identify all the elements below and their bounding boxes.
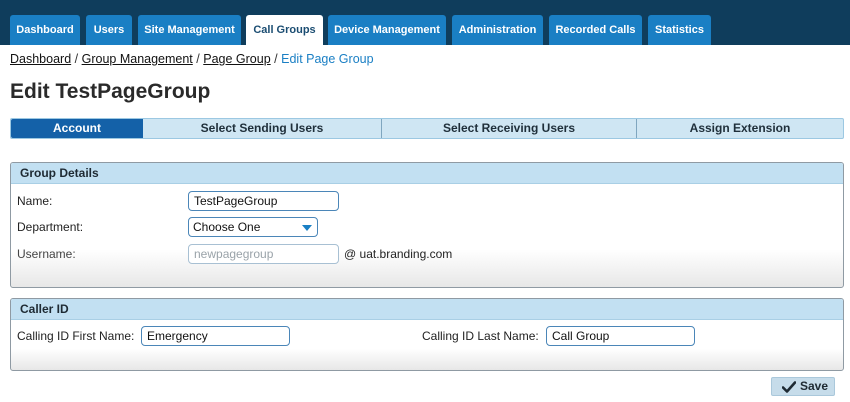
save-button[interactable]: Save: [771, 377, 835, 396]
wizard-steps: Account Select Sending Users Select Rece…: [10, 118, 844, 139]
nav-tab-users[interactable]: Users: [86, 15, 132, 45]
nav-tab-dashboard[interactable]: Dashboard: [10, 15, 80, 45]
department-select-value: Choose One: [193, 220, 261, 234]
last-name-input[interactable]: Call Group: [546, 326, 695, 346]
username-input[interactable]: newpagegroup: [188, 244, 339, 264]
group-details-heading: Group Details: [11, 163, 843, 184]
breadcrumb-link-page-group[interactable]: Page Group: [203, 52, 270, 66]
name-label: Name:: [17, 194, 53, 208]
step-assign-extension[interactable]: Assign Extension: [637, 119, 843, 138]
first-name-label: Calling ID First Name:: [17, 329, 135, 343]
name-input[interactable]: TestPageGroup: [188, 191, 339, 211]
username-domain: @ uat.branding.com: [344, 247, 453, 261]
step-select-sending-users[interactable]: Select Sending Users: [143, 119, 381, 138]
nav-tab-call-groups[interactable]: Call Groups: [246, 15, 323, 45]
nav-tab-site-management[interactable]: Site Management: [138, 15, 241, 45]
caller-id-panel: Caller ID Calling ID First Name: Emergen…: [10, 298, 844, 371]
chevron-down-icon: [302, 225, 312, 231]
username-label: Username:: [17, 247, 76, 261]
breadcrumb: Dashboard / Group Management / Page Grou…: [10, 52, 374, 66]
breadcrumb-link-dashboard[interactable]: Dashboard: [10, 52, 71, 66]
nav-tab-statistics[interactable]: Statistics: [648, 15, 711, 45]
checkmark-icon: [782, 381, 796, 393]
nav-tab-recorded-calls[interactable]: Recorded Calls: [549, 15, 642, 45]
breadcrumb-link-group-management[interactable]: Group Management: [82, 52, 193, 66]
first-name-input[interactable]: Emergency: [141, 326, 290, 346]
step-account[interactable]: Account: [11, 119, 143, 138]
top-nav-bar: Dashboard Users Site Management Call Gro…: [0, 0, 850, 45]
caller-id-heading: Caller ID: [11, 299, 843, 320]
breadcrumb-separator: /: [74, 52, 79, 66]
department-select[interactable]: Choose One: [188, 217, 318, 237]
save-button-label: Save: [800, 379, 829, 393]
step-select-receiving-users[interactable]: Select Receiving Users: [382, 119, 636, 138]
page-title: Edit TestPageGroup: [10, 80, 211, 103]
nav-tab-administration[interactable]: Administration: [452, 15, 543, 45]
breadcrumb-current: Edit Page Group: [281, 52, 374, 66]
department-label: Department:: [17, 220, 84, 234]
group-details-panel: Group Details Name: TestPageGroup Depart…: [10, 162, 844, 288]
nav-tab-device-management[interactable]: Device Management: [328, 15, 446, 45]
last-name-label: Calling ID Last Name:: [422, 329, 539, 343]
